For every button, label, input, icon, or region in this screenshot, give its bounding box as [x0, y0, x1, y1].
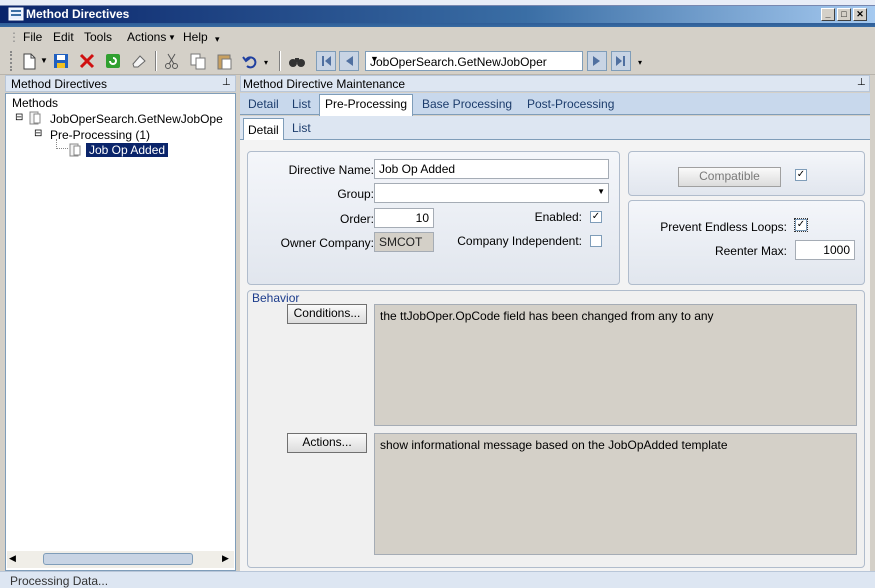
- status-bar: Processing Data...: [0, 571, 875, 588]
- pin-icon[interactable]: ⊥: [857, 77, 866, 88]
- previous-record-button[interactable]: [339, 51, 359, 71]
- right-panel-header: Method Directive Maintenance ⊥: [240, 75, 870, 92]
- directive-name-label: Directive Name:: [288, 163, 374, 177]
- left-panel-header: Method Directives ⊥: [5, 75, 236, 92]
- tab-post-processing[interactable]: Post-Processing: [527, 97, 614, 111]
- pin-icon[interactable]: ⊥: [222, 77, 231, 88]
- compatible-button[interactable]: Compatible: [678, 167, 781, 187]
- actions-text[interactable]: show informational message based on the …: [374, 433, 857, 555]
- left-panel-title: Method Directives: [11, 77, 108, 91]
- chevron-down-icon[interactable]: ▼: [370, 54, 580, 64]
- group-label: Group:: [337, 187, 374, 201]
- chevron-down-icon[interactable]: ▼: [597, 187, 605, 196]
- method-combo[interactable]: JobOperSearch.GetNewJobOper ▼: [365, 51, 583, 71]
- menu-overflow-icon[interactable]: ▾: [215, 34, 220, 45]
- menu-help[interactable]: Help: [183, 30, 208, 44]
- delete-icon[interactable]: [78, 52, 96, 70]
- subtab-detail[interactable]: Detail: [243, 118, 284, 140]
- refresh-icon[interactable]: [104, 52, 122, 70]
- expand-icon[interactable]: ⊟: [15, 112, 23, 123]
- scroll-left-icon[interactable]: ◀: [9, 553, 16, 564]
- collapse-icon[interactable]: ⊟: [34, 128, 42, 139]
- tree-pane: Methods ⊟ JobOperSearch.GetNewJobOpe ⊟ P…: [5, 93, 236, 571]
- copy-icon[interactable]: [189, 52, 207, 70]
- detail-content: Directive Name: Job Op Added Group: ▼ Or…: [240, 140, 870, 571]
- toolbar-overflow-icon[interactable]: ▾: [638, 58, 642, 67]
- undo-icon[interactable]: [241, 52, 259, 70]
- order-field[interactable]: 10: [374, 208, 434, 228]
- paste-icon[interactable]: [215, 52, 233, 70]
- close-button[interactable]: ✕: [853, 8, 867, 21]
- menu-bar: ⋮ File Edit Tools Actions ▼ Help ▾: [0, 27, 875, 47]
- tree-root-methods[interactable]: Methods: [12, 96, 58, 110]
- owner-company-field: SMCOT: [374, 232, 434, 252]
- scroll-right-icon[interactable]: ▶: [222, 553, 229, 564]
- reenter-max-field[interactable]: 1000: [795, 240, 855, 260]
- order-label: Order:: [339, 212, 374, 226]
- prevent-loops-checkbox[interactable]: ✓: [794, 218, 808, 232]
- menu-tools[interactable]: Tools: [84, 30, 112, 44]
- menu-actions-arrow: ▼: [168, 33, 176, 42]
- save-icon[interactable]: [52, 52, 70, 70]
- compatibility-group: Compatible ✓: [628, 151, 865, 196]
- reenter-max-label: Reenter Max:: [714, 244, 787, 258]
- window-title: Method Directives: [26, 7, 130, 21]
- app-icon: [8, 6, 24, 22]
- directive-icon: [68, 143, 82, 160]
- clear-icon[interactable]: [130, 52, 148, 70]
- company-independent-label: Company Independent:: [457, 234, 582, 248]
- compatible-checkbox[interactable]: ✓: [795, 169, 807, 181]
- directive-group: Directive Name: Job Op Added Group: ▼ Or…: [247, 151, 620, 285]
- cut-icon[interactable]: [163, 52, 181, 70]
- method-icon: [28, 111, 42, 128]
- tab-list[interactable]: List: [292, 97, 311, 111]
- minimize-button[interactable]: _: [821, 8, 835, 21]
- toolbar: ▼ ▾ JobOperSearch.GetNewJobOper ▼ ▾: [0, 47, 875, 75]
- loop-group: Prevent Endless Loops: ✓ Reenter Max: 10…: [628, 200, 865, 285]
- sub-tabs: Detail List: [240, 116, 870, 140]
- search-icon[interactable]: [288, 52, 306, 70]
- first-record-button[interactable]: [316, 51, 336, 71]
- menu-grip: ⋮: [8, 30, 20, 44]
- tree-connector: [56, 139, 68, 149]
- right-panel-title: Method Directive Maintenance: [243, 77, 406, 91]
- main-tabs: Detail List Pre-Processing Base Processi…: [240, 93, 870, 116]
- company-independent-checkbox[interactable]: [590, 235, 602, 247]
- tab-pre-processing[interactable]: Pre-Processing: [319, 94, 414, 116]
- last-record-button[interactable]: [611, 51, 631, 71]
- maximize-button[interactable]: □: [837, 8, 851, 21]
- menu-file[interactable]: File: [23, 30, 42, 44]
- behavior-title: Behavior: [252, 291, 300, 305]
- owner-company-label: Owner Company:: [280, 236, 374, 250]
- undo-dropdown-icon[interactable]: ▾: [264, 58, 268, 67]
- tab-base-processing[interactable]: Base Processing: [422, 97, 512, 111]
- new-dropdown-icon[interactable]: ▼: [40, 56, 48, 65]
- horizontal-scrollbar[interactable]: ◀ ▶: [7, 551, 234, 568]
- next-record-button[interactable]: [587, 51, 607, 71]
- status-text: Processing Data...: [10, 574, 109, 588]
- enabled-label: Enabled:: [534, 210, 582, 224]
- directive-name-field[interactable]: Job Op Added: [374, 159, 609, 179]
- conditions-text[interactable]: the ttJobOper.OpCode field has been chan…: [374, 304, 857, 426]
- tree-item-selected[interactable]: Job Op Added: [86, 143, 169, 157]
- group-combo[interactable]: ▼: [374, 183, 609, 203]
- prevent-loops-label: Prevent Endless Loops:: [660, 220, 787, 234]
- menu-actions[interactable]: Actions: [127, 30, 166, 44]
- conditions-button[interactable]: Conditions...: [287, 304, 367, 324]
- tab-detail[interactable]: Detail: [248, 97, 279, 111]
- scrollbar-thumb[interactable]: [43, 553, 193, 565]
- actions-button[interactable]: Actions...: [287, 433, 367, 453]
- enabled-checkbox[interactable]: ✓: [590, 211, 602, 223]
- tree-method-node[interactable]: JobOperSearch.GetNewJobOpe: [50, 112, 223, 126]
- subtab-list[interactable]: List: [292, 121, 311, 135]
- menu-edit[interactable]: Edit: [53, 30, 74, 44]
- title-bar: [0, 0, 875, 27]
- new-document-icon[interactable]: [20, 52, 38, 70]
- behavior-group: Behavior Conditions... the ttJobOper.OpC…: [247, 290, 865, 568]
